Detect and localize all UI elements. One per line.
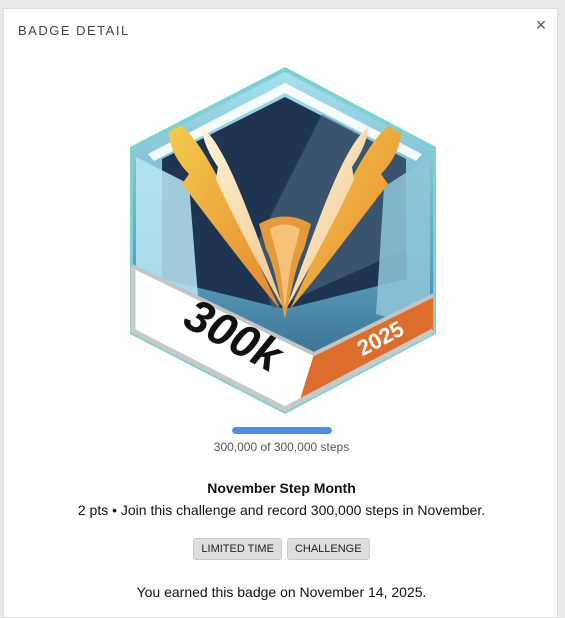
badge-detail-modal: BADGE DETAIL × 300k 2025 300,000 of 300,… (3, 8, 558, 618)
badge-tags: LIMITED TIME CHALLENGE (4, 538, 559, 560)
badge-hexagon-icon: 300k 2025 (130, 67, 436, 414)
progress-bar (232, 427, 332, 434)
badge-description: 2 pts • Join this challenge and record 3… (77, 502, 486, 518)
progress-text: 300,000 of 300,000 steps (213, 440, 350, 454)
badge-image: 300k 2025 (4, 9, 559, 429)
progress-bar-fill (232, 427, 332, 434)
earned-date-text: You earned this badge on November 14, 20… (136, 584, 427, 600)
tag-limited-time: LIMITED TIME (193, 538, 282, 560)
tag-challenge: CHALLENGE (286, 538, 370, 560)
badge-name: November Step Month (207, 480, 356, 496)
